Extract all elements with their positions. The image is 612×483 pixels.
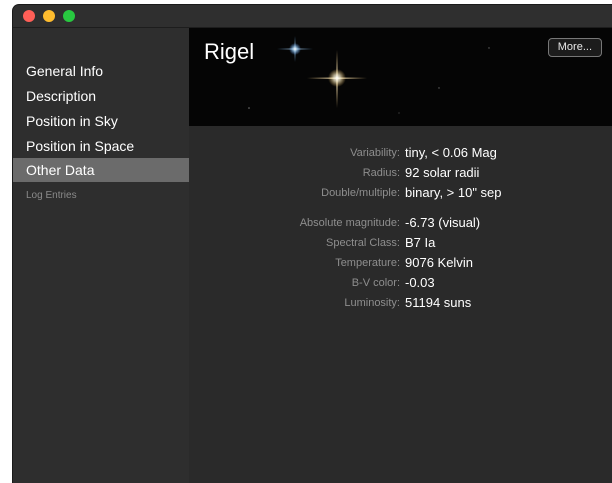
detail-row-bv-color: B-V color: -0.03: [189, 273, 612, 293]
detail-value: tiny, < 0.06 Mag: [405, 145, 497, 160]
detail-value: 9076 Kelvin: [405, 255, 473, 270]
detail-label: Spectral Class:: [326, 237, 400, 249]
star-title: Rigel: [204, 39, 255, 64]
minimize-window-button[interactable]: [43, 10, 55, 22]
sidebar-item-other-data[interactable]: Other Data: [13, 158, 189, 182]
zoom-window-button[interactable]: [63, 10, 75, 22]
detail-label: Luminosity:: [344, 297, 400, 309]
sidebar-item-log-entries[interactable]: Log Entries: [13, 187, 189, 205]
close-window-button[interactable]: [23, 10, 35, 22]
sidebar-item-general-info[interactable]: General Info: [13, 59, 189, 83]
detail-row-spectral-class: Spectral Class: B7 Ia: [189, 233, 612, 253]
detail-label: Radius:: [362, 167, 400, 179]
sidebar-item-position-in-space[interactable]: Position in Space: [13, 134, 189, 158]
detail-value: -0.03: [405, 275, 435, 290]
detail-row-luminosity: Luminosity: 51194 suns: [189, 293, 612, 313]
detail-value: binary, > 10" sep: [405, 185, 502, 200]
detail-row-temperature: Temperature: 9076 Kelvin: [189, 253, 612, 273]
detail-label: Absolute magnitude:: [299, 217, 400, 229]
detail-value: B7 Ia: [405, 235, 436, 250]
detail-row-radius: Radius: 92 solar radii: [189, 163, 612, 183]
more-button[interactable]: More...: [547, 38, 602, 57]
star-header: Rigel More...: [189, 28, 612, 126]
detail-row-double-multiple: Double/multiple: binary, > 10" sep: [189, 183, 612, 203]
app-window: General Info Description Position in Sky…: [13, 5, 612, 483]
detail-label: Double/multiple:: [321, 187, 400, 199]
detail-value: 51194 suns: [405, 295, 472, 310]
sidebar-item-description[interactable]: Description: [13, 84, 189, 108]
main-content: Rigel More... Variability: tiny, < 0.06 …: [189, 28, 612, 483]
sidebar-item-position-in-sky[interactable]: Position in Sky: [13, 109, 189, 133]
detail-value: -6.73 (visual): [405, 215, 481, 230]
sidebar: General Info Description Position in Sky…: [13, 28, 189, 483]
detail-row-absolute-magnitude: Absolute magnitude: -6.73 (visual): [189, 213, 612, 233]
detail-label: Temperature:: [335, 257, 400, 269]
detail-row-variability: Variability: tiny, < 0.06 Mag: [189, 143, 612, 163]
detail-label: B-V color:: [351, 277, 400, 289]
title-bar: [13, 5, 612, 28]
detail-label: Variability:: [350, 147, 400, 159]
detail-value: 92 solar radii: [405, 165, 480, 180]
